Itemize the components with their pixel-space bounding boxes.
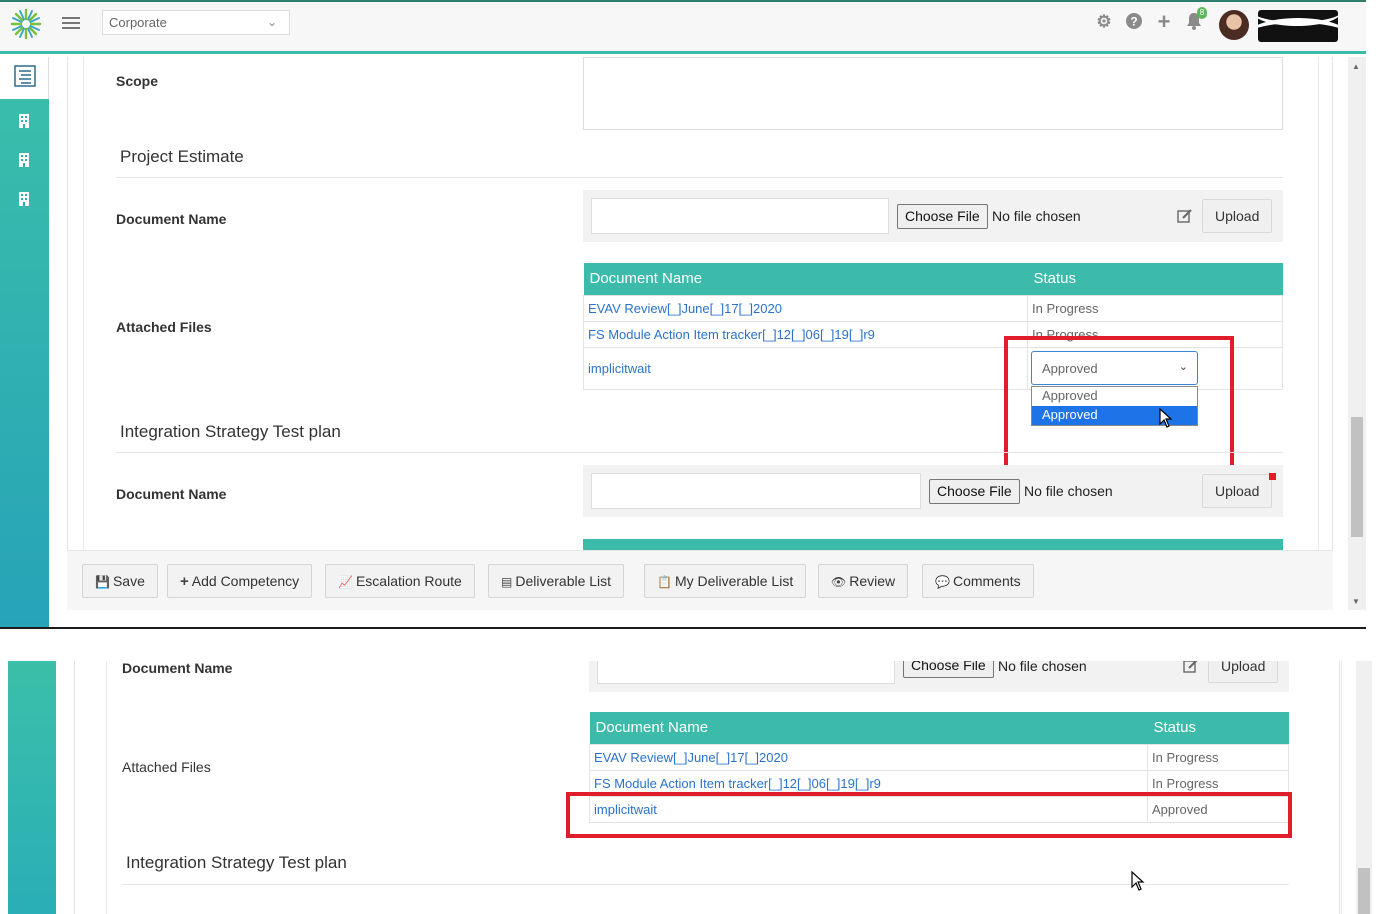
action-toolbar: 💾 Save + Add Competency 📈 Escalation Route … <box>67 550 1333 610</box>
upload-button[interactable]: Upload <box>1202 199 1273 233</box>
status-cell: In Progress <box>1147 743 1289 771</box>
plus-icon: + <box>180 573 189 590</box>
attached-files-label: Attached Files <box>122 759 211 775</box>
choose-file-button[interactable]: Choose File <box>903 661 994 678</box>
column-header-status: Status <box>1027 263 1283 295</box>
scrollbar-thumb[interactable] <box>1351 417 1363 537</box>
document-link[interactable]: EVAV Review[_]June[_]17[_]2020 <box>583 294 1028 322</box>
review-button[interactable]: 👁 Review <box>818 564 909 598</box>
save-label: Save <box>112 573 145 589</box>
clipboard-icon: 📋 <box>657 575 672 589</box>
edit-icon[interactable] <box>1183 661 1201 676</box>
notification-badge: 8 <box>1197 7 1207 19</box>
mouse-cursor-icon <box>1131 871 1145 891</box>
left-sidebar <box>8 661 56 914</box>
left-sidebar <box>0 57 49 627</box>
table-header-partial <box>583 539 1283 550</box>
document-name-label: Document Name <box>116 486 227 502</box>
eye-icon: 👁 <box>831 575 847 589</box>
attached-files-label: Attached Files <box>116 319 212 335</box>
vertical-scrollbar[interactable] <box>1356 661 1372 914</box>
section-title-integration: Integration Strategy Test plan <box>126 853 347 872</box>
highlight-box <box>1004 336 1234 476</box>
section-divider <box>116 452 1283 453</box>
section-divider <box>116 177 1283 178</box>
sidebar-item-active[interactable] <box>0 57 49 99</box>
chevron-down-icon: ⌄ <box>266 15 277 29</box>
choose-file-button[interactable]: Choose File <box>897 204 988 229</box>
list-alt-icon: ▤ <box>501 575 513 589</box>
deliverable-list-label: Deliverable List <box>515 573 612 589</box>
app-logo-icon[interactable] <box>10 8 42 40</box>
user-avatar[interactable] <box>1219 10 1249 40</box>
top-navbar: Corporate ⌄ ⚙ ? + 8 <box>0 0 1366 54</box>
required-marker <box>1269 473 1276 480</box>
upload-button[interactable]: Upload <box>1208 661 1279 683</box>
hamburger-menu-icon[interactable] <box>62 14 80 30</box>
column-header-status: Status <box>1147 712 1289 744</box>
bottom-panel: Document Name Choose File No file chosen… <box>0 661 1384 914</box>
my-deliverable-list-button[interactable]: 📋 My Deliverable List <box>644 564 807 598</box>
scroll-up-arrow-icon[interactable]: ▲ <box>1352 62 1360 71</box>
review-label: Review <box>849 573 896 589</box>
section-title-integration: Integration Strategy Test plan <box>120 422 341 441</box>
svg-text:?: ? <box>1130 15 1137 29</box>
vertical-scrollbar[interactable]: ▲ ▼ <box>1348 57 1366 610</box>
section-title-project-estimate: Project Estimate <box>120 147 244 166</box>
organization-select-value: Corporate <box>109 15 167 30</box>
choose-file-button[interactable]: Choose File <box>929 479 1020 504</box>
save-button[interactable]: 💾 Save <box>82 564 158 598</box>
no-file-chosen-text: No file chosen <box>998 661 1087 674</box>
building-icon[interactable] <box>15 152 33 170</box>
document-link[interactable]: implicitwait <box>583 346 1028 390</box>
document-name-label: Document Name <box>122 661 233 676</box>
upload-button[interactable]: Upload <box>1202 474 1273 508</box>
deliverable-list-button[interactable]: ▤ Deliverable List <box>488 564 625 598</box>
organization-select[interactable]: Corporate ⌄ <box>102 10 290 35</box>
add-competency-button[interactable]: + Add Competency <box>167 564 313 598</box>
no-file-chosen-text: No file chosen <box>1024 483 1113 499</box>
building-icon[interactable] <box>15 191 33 209</box>
navbar-accent-line <box>0 0 1366 2</box>
gear-icon[interactable]: ⚙ <box>1094 12 1114 32</box>
section-divider <box>122 884 1289 885</box>
add-competency-label: Add Competency <box>191 573 300 589</box>
status-cell: In Progress <box>1027 294 1283 322</box>
no-file-chosen-text: No file chosen <box>992 208 1081 224</box>
scrollbar-thumb[interactable] <box>1358 868 1370 914</box>
help-icon[interactable]: ? <box>1124 12 1144 32</box>
brand-logo <box>1258 10 1338 42</box>
comment-icon: 💬 <box>935 575 950 589</box>
column-header-document-name: Document Name <box>589 712 1148 744</box>
table-row: EVAV Review[_]June[_]17[_]2020 In Progre… <box>589 743 1289 771</box>
document-name-input[interactable] <box>591 473 921 509</box>
list-icon <box>14 65 36 87</box>
escalation-route-button[interactable]: 📈 Escalation Route <box>325 564 475 598</box>
comments-label: Comments <box>952 573 1021 589</box>
document-name-input[interactable] <box>597 661 895 684</box>
escalation-route-label: Escalation Route <box>355 573 462 589</box>
comments-button[interactable]: 💬 Comments <box>922 564 1034 598</box>
column-header-document-name: Document Name <box>583 263 1028 295</box>
screenshot-root: Corporate ⌄ ⚙ ? + 8 Scope Project Estima… <box>0 0 1384 914</box>
document-link[interactable]: FS Module Action Item tracker[_]12[_]06[… <box>583 320 1028 348</box>
highlight-box <box>566 792 1292 838</box>
line-chart-icon: 📈 <box>338 575 353 589</box>
my-deliverable-list-label: My Deliverable List <box>674 573 794 589</box>
save-icon: 💾 <box>95 575 110 589</box>
plus-icon[interactable]: + <box>1154 11 1174 33</box>
edit-icon[interactable] <box>1177 208 1195 226</box>
scroll-down-arrow-icon[interactable]: ▼ <box>1352 597 1360 606</box>
document-name-input[interactable] <box>591 198 889 234</box>
scope-label: Scope <box>116 73 159 89</box>
building-icon[interactable] <box>15 113 33 131</box>
document-name-label: Document Name <box>116 211 227 227</box>
table-row: EVAV Review[_]June[_]17[_]2020 In Progre… <box>583 294 1283 322</box>
scope-textarea[interactable] <box>583 57 1283 130</box>
screenshot-divider <box>0 627 1366 629</box>
top-panel: Corporate ⌄ ⚙ ? + 8 Scope Project Estima… <box>0 0 1366 627</box>
document-link[interactable]: EVAV Review[_]June[_]17[_]2020 <box>589 743 1148 771</box>
